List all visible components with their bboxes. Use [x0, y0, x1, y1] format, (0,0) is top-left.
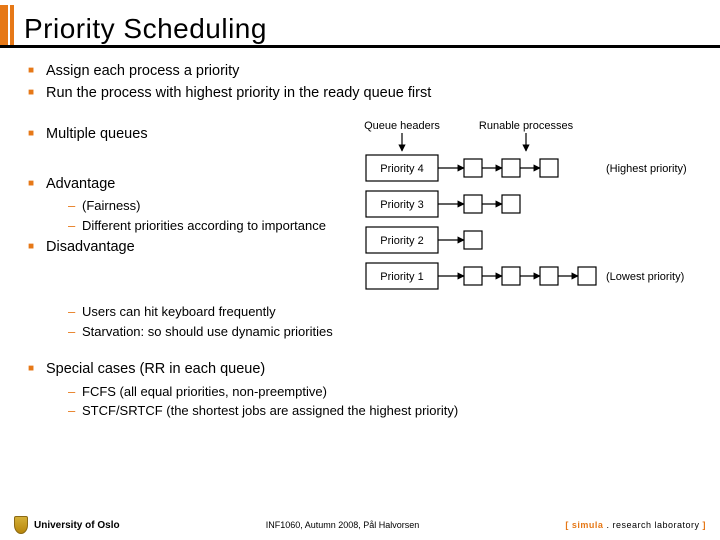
footer-research-lab: research laboratory	[612, 520, 699, 530]
footer-university: University of Oslo	[34, 520, 120, 531]
diagram-p1: Priority 1	[380, 271, 423, 283]
bullet-run-highest: Run the process with highest priority in…	[28, 84, 692, 104]
slide-content: Assign each process a priority Run the p…	[0, 48, 720, 420]
bullet-disadvantage-label: Disadvantage	[46, 239, 135, 255]
bullet-group-intro: Assign each process a priority Run the p…	[28, 62, 692, 103]
bullet-special-cases-label: Special cases (RR in each queue)	[46, 361, 265, 377]
diagram-highest: (Highest priority)	[606, 163, 687, 175]
sub-stcf: STCF/SRTCF (the shortest jobs are assign…	[68, 402, 692, 420]
bullet-advantage: Advantage (Fairness) Different prioritie…	[28, 175, 328, 235]
diagram-p2: Priority 2	[380, 235, 423, 247]
footer-simula: simula	[572, 520, 604, 530]
diagram-p4: Priority 4	[380, 163, 423, 175]
diagram-label-headers: Queue headers	[364, 120, 440, 132]
diagram-lowest: (Lowest priority)	[606, 271, 684, 283]
diagram-p3: Priority 3	[380, 199, 423, 211]
sub-fcfs: FCFS (all equal priorities, non-preempti…	[68, 383, 692, 401]
bullet-special-cases: Special cases (RR in each queue) FCFS (a…	[28, 360, 692, 420]
footer-course-info: INF1060, Autumn 2008, Pål Halvorsen	[266, 520, 420, 530]
sub-keyboard: Users can hit keyboard frequently	[68, 303, 692, 321]
bullet-assign: Assign each process a priority	[28, 62, 692, 82]
footer-bracket-close: ]	[700, 520, 707, 530]
priority-queue-diagram: .lbl { font: 11px Verdana, sans-serif; }…	[346, 117, 706, 307]
slide-footer: University of Oslo INF1060, Autumn 2008,…	[0, 516, 720, 534]
left-column: Multiple queues Advantage (Fairness) Dif…	[28, 117, 328, 272]
bullet-disadvantage: Disadvantage	[28, 238, 328, 258]
sub-fairness: (Fairness)	[68, 197, 328, 215]
slide-title: Priority Scheduling	[24, 13, 267, 45]
title-accent-bar	[0, 5, 8, 45]
sub-starvation: Starvation: so should use dynamic priori…	[68, 323, 692, 341]
title-bar: Priority Scheduling	[0, 0, 720, 48]
diagram-label-runable: Runable processes	[479, 120, 574, 132]
title-accent-bar-thin	[10, 5, 14, 45]
bullet-advantage-label: Advantage	[46, 176, 115, 192]
footer-left: University of Oslo	[14, 516, 120, 534]
footer-lab: [ simula . research laboratory ]	[565, 520, 706, 530]
uio-crest-icon	[14, 516, 28, 534]
sub-different-priorities: Different priorities according to import…	[68, 217, 328, 235]
bullet-multiple-queues: Multiple queues	[28, 125, 328, 145]
